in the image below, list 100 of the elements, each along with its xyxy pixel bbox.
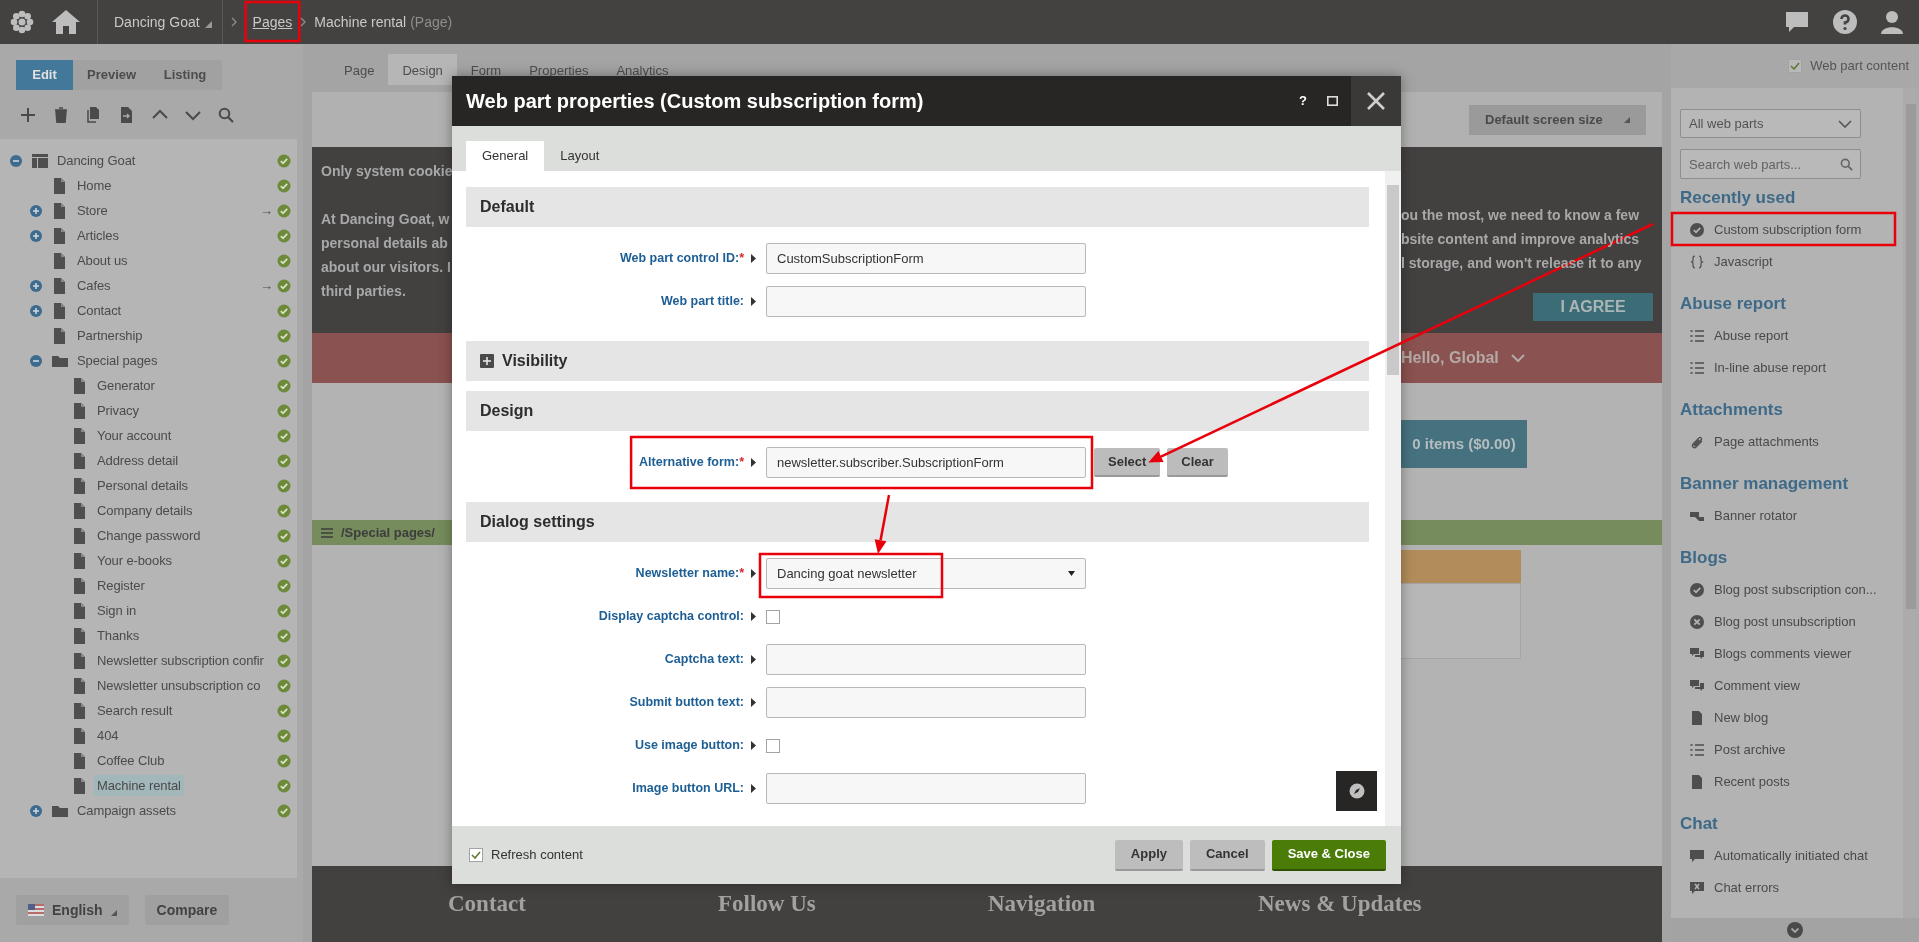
- logo-icon[interactable]: [9, 9, 35, 35]
- refresh-checkbox[interactable]: [469, 848, 483, 862]
- tree-item[interactable]: Machine rental: [94, 774, 184, 797]
- tree-item[interactable]: 404: [94, 724, 122, 747]
- tree-item[interactable]: About us: [74, 249, 131, 272]
- help-toggle-icon[interactable]: [751, 698, 756, 707]
- text-field[interactable]: [766, 687, 1086, 718]
- tree-item[interactable]: Newsletter unsubscription co: [94, 674, 264, 697]
- tree-item[interactable]: Home: [74, 174, 115, 197]
- dialog-button[interactable]: Apply: [1114, 839, 1183, 871]
- tree-item[interactable]: Address detail: [94, 449, 181, 472]
- mode-tab[interactable]: Edit: [16, 60, 73, 90]
- scrollbar[interactable]: [1385, 171, 1401, 826]
- compare-button[interactable]: Compare: [144, 895, 230, 925]
- tree-item[interactable]: Contact: [74, 299, 125, 322]
- greeting-text[interactable]: Hello, Global: [1401, 346, 1499, 370]
- delete-icon[interactable]: [53, 107, 69, 123]
- tree-item[interactable]: Your account: [94, 424, 175, 447]
- help-toggle-icon[interactable]: [751, 458, 756, 467]
- text-field[interactable]: CustomSubscriptionForm: [766, 243, 1086, 274]
- help-toggle-icon[interactable]: [751, 655, 756, 664]
- web-part-content-checkbox[interactable]: [1788, 59, 1803, 73]
- help-toggle-icon[interactable]: [751, 254, 756, 263]
- menu-icon[interactable]: [321, 527, 333, 538]
- user-icon[interactable]: [1881, 10, 1903, 34]
- cart-button[interactable]: 0 items ($0.00): [1401, 420, 1527, 468]
- web-part-item[interactable]: Automatically initiated chat: [1714, 846, 1868, 866]
- tree-item[interactable]: Personal details: [94, 474, 191, 497]
- save-close-button[interactable]: Save & Close: [1271, 839, 1386, 871]
- help-button[interactable]: ?: [1299, 91, 1307, 111]
- web-part-item[interactable]: Recent posts: [1714, 772, 1790, 792]
- add-icon[interactable]: [20, 107, 36, 123]
- select-button[interactable]: Select: [1094, 448, 1161, 477]
- web-part-item[interactable]: Chat errors: [1714, 878, 1780, 898]
- tree-item[interactable]: Your e-books: [94, 549, 175, 572]
- chevron-down-icon[interactable]: [1510, 353, 1525, 363]
- web-part-item[interactable]: Page attachments: [1714, 432, 1819, 452]
- web-part-item[interactable]: Post archive: [1714, 740, 1786, 760]
- tree-item[interactable]: Privacy: [94, 399, 142, 422]
- tree-item[interactable]: Register: [94, 574, 148, 597]
- text-field[interactable]: newsletter.subscriber.SubscriptionForm: [766, 447, 1086, 478]
- move-icon[interactable]: [119, 107, 135, 123]
- web-part-item[interactable]: Javascript: [1714, 252, 1773, 272]
- tree-toggle-icon[interactable]: [30, 229, 42, 242]
- help-toggle-icon[interactable]: [751, 297, 756, 306]
- help-icon[interactable]: [1833, 10, 1857, 34]
- tree-item[interactable]: Change password: [94, 524, 204, 547]
- tree-item[interactable]: Articles: [74, 224, 122, 247]
- expand-icon[interactable]: [480, 354, 494, 368]
- web-part-item[interactable]: Banner rotator: [1714, 506, 1798, 526]
- tree-item[interactable]: Dancing Goat: [54, 149, 139, 172]
- tree-item[interactable]: Company details: [94, 499, 196, 522]
- dialog-tab[interactable]: Layout: [544, 141, 616, 171]
- dialog-tab[interactable]: General: [466, 141, 545, 171]
- tree-item[interactable]: Coffee Club: [94, 749, 168, 772]
- web-part-item[interactable]: Comment view: [1714, 676, 1800, 696]
- newsletter-dropdown[interactable]: Dancing goat newsletter: [766, 558, 1086, 589]
- tree-toggle-icon[interactable]: [30, 204, 42, 217]
- expand-down-icon[interactable]: [1787, 922, 1803, 938]
- text-field[interactable]: [766, 773, 1086, 804]
- site-breadcrumb[interactable]: Dancing Goat: [114, 11, 200, 33]
- tree-item[interactable]: Campaign assets: [74, 799, 179, 822]
- web-part-item[interactable]: New blog: [1714, 708, 1769, 728]
- help-toggle-icon[interactable]: [751, 784, 756, 793]
- tree-item[interactable]: Newsletter subscription confir: [94, 649, 267, 672]
- compass-button[interactable]: [1336, 771, 1377, 811]
- mode-tab[interactable]: Preview: [73, 60, 148, 90]
- language-selector[interactable]: English: [16, 895, 129, 925]
- screen-size-dropdown[interactable]: Default screen size: [1469, 104, 1646, 135]
- checkbox[interactable]: [766, 609, 780, 624]
- web-part-item[interactable]: Custom subscription form: [1714, 220, 1862, 240]
- tree-item[interactable]: Search result: [94, 699, 176, 722]
- search-icon[interactable]: [218, 107, 234, 123]
- dialog-button[interactable]: Cancel: [1190, 839, 1265, 871]
- help-toggle-icon[interactable]: [751, 612, 756, 621]
- search-field[interactable]: Search web parts...: [1680, 149, 1861, 179]
- tree-item[interactable]: Generator: [94, 374, 158, 397]
- page-tab[interactable]: Design: [388, 54, 457, 85]
- web-part-item[interactable]: In-line abuse report: [1714, 358, 1826, 378]
- page-tab[interactable]: Page: [330, 54, 389, 85]
- tree-toggle-icon[interactable]: [30, 354, 42, 367]
- tree-toggle-icon[interactable]: [30, 279, 42, 292]
- help-toggle-icon[interactable]: [751, 741, 756, 750]
- chat-icon[interactable]: [1785, 11, 1809, 33]
- web-part-item[interactable]: Blog post unsubscription: [1714, 612, 1856, 632]
- search-icon[interactable]: [1840, 158, 1853, 171]
- home-icon[interactable]: [51, 9, 81, 35]
- maximize-icon[interactable]: [1327, 96, 1338, 106]
- text-field[interactable]: [766, 286, 1086, 317]
- web-part-item[interactable]: Blog post subscription con...: [1714, 580, 1877, 600]
- text-field[interactable]: [766, 644, 1086, 675]
- caret-icon[interactable]: [204, 20, 212, 28]
- help-toggle-icon[interactable]: [751, 569, 756, 578]
- close-button[interactable]: [1351, 76, 1401, 126]
- tree-toggle-icon[interactable]: [30, 304, 42, 317]
- tree-item[interactable]: Special pages: [74, 349, 161, 372]
- copy-icon[interactable]: [86, 107, 102, 123]
- agree-button[interactable]: I AGREE: [1533, 292, 1653, 321]
- web-part-filter[interactable]: All web parts: [1680, 109, 1861, 138]
- tree-toggle-icon[interactable]: [30, 804, 42, 817]
